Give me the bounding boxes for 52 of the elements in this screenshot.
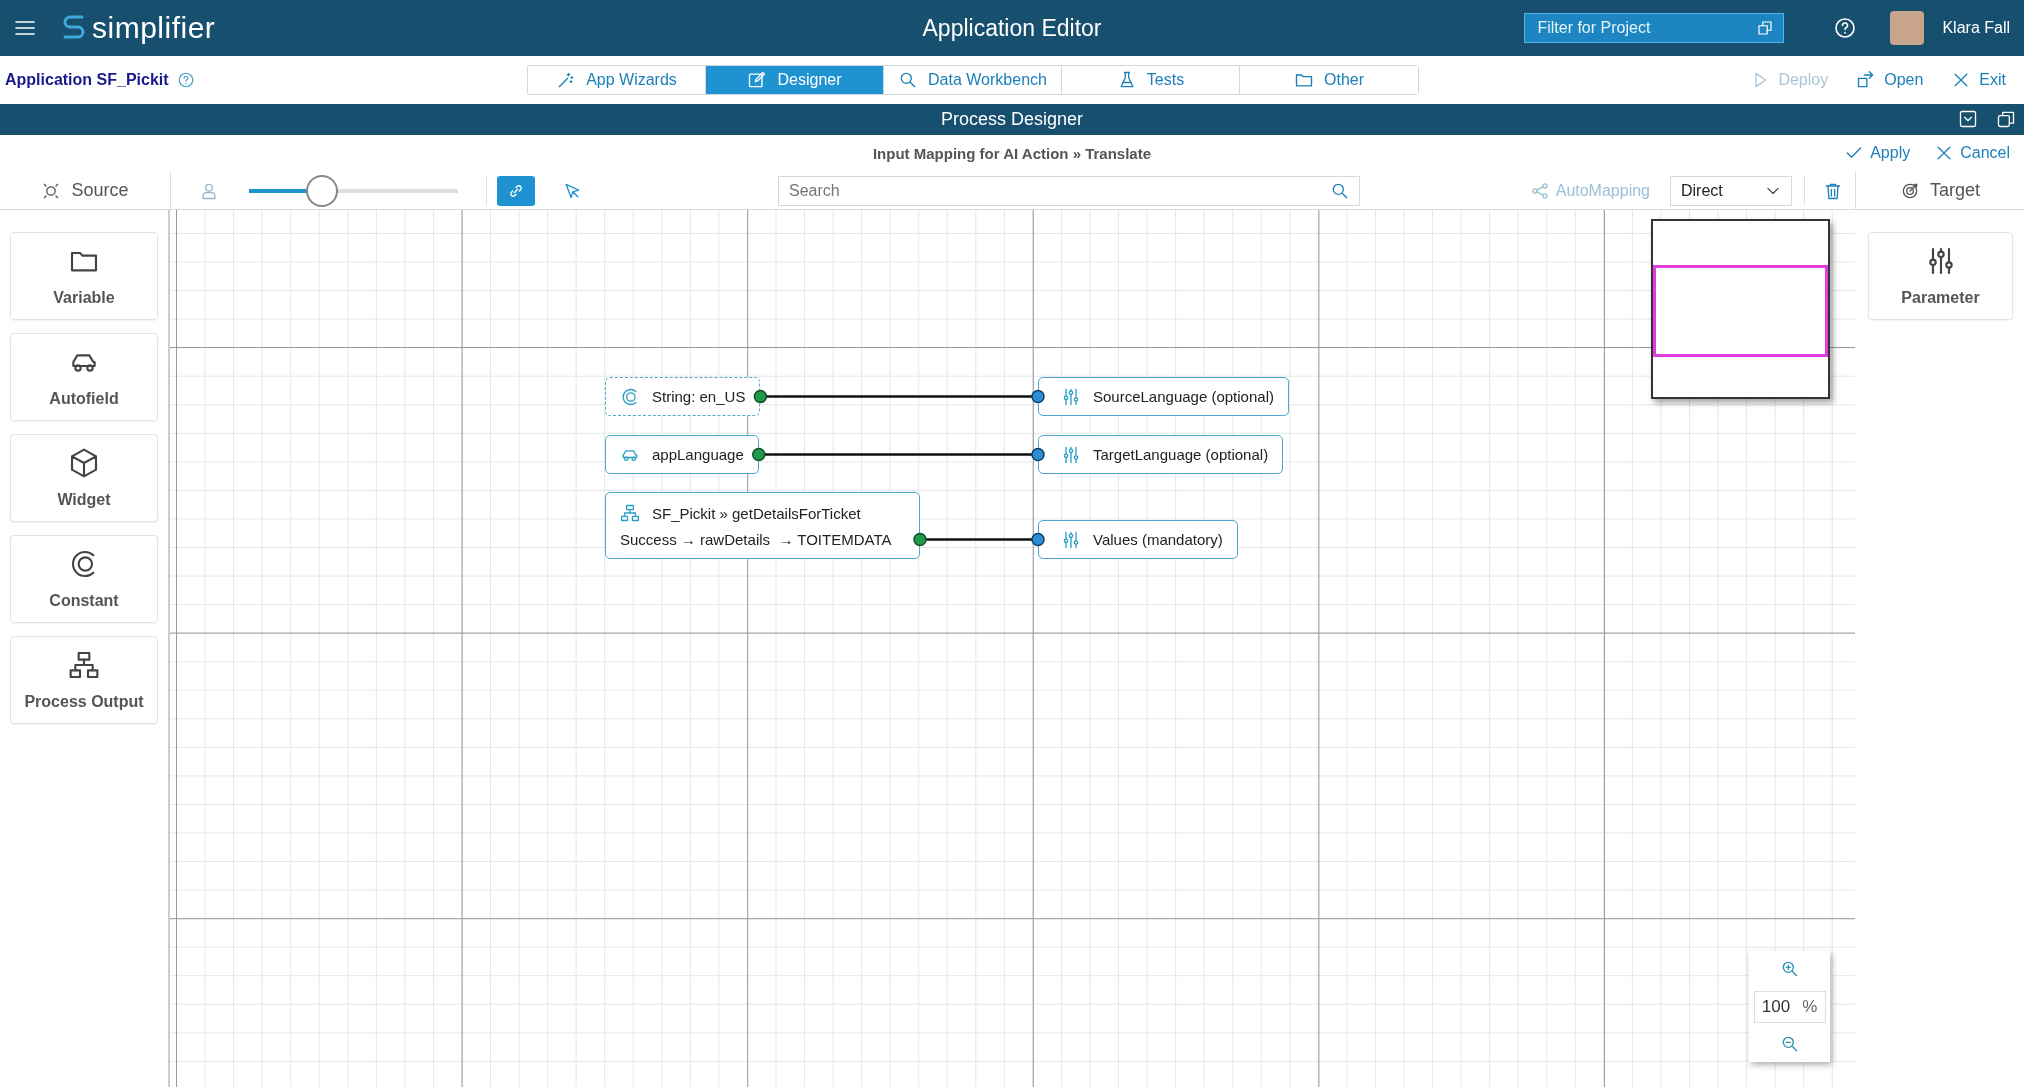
slider-thumb[interactable]	[306, 174, 339, 207]
target-node[interactable]: Values (mandatory)	[1038, 520, 1238, 559]
target-node[interactable]: TargetLanguage (optional)	[1038, 435, 1284, 474]
action-button[interactable]: Open	[1856, 70, 1924, 90]
copy-icon	[1756, 19, 1775, 37]
collapse-button[interactable]	[1958, 109, 1978, 129]
avatar[interactable]	[1890, 11, 1925, 45]
link-tool-button[interactable]	[497, 175, 535, 206]
action-button[interactable]: Exit	[1951, 70, 2006, 90]
hierarchy-icon	[620, 503, 640, 523]
source-node[interactable]: SF_Pickit » getDetailsForTicket Success → rawDetails → TOITEMDATA	[605, 492, 920, 559]
cancel-button[interactable]: Cancel	[1934, 143, 2010, 163]
help-icon	[1833, 16, 1858, 40]
minimap[interactable]	[1651, 219, 1830, 399]
sliders-icon	[1061, 444, 1081, 465]
palette-item[interactable]: Widget	[10, 434, 158, 522]
palette-item[interactable]: Parameter	[1868, 232, 2013, 320]
zoom-field[interactable]: 100 %	[1753, 990, 1826, 1023]
target-node[interactable]: SourceLanguage (optional)	[1038, 377, 1289, 416]
application-name: Application SF_Pickit	[5, 71, 169, 89]
restore-button[interactable]	[1996, 109, 2016, 129]
logo-text: simplifier	[92, 11, 216, 45]
user-name[interactable]: Klara Fall	[1942, 19, 2010, 37]
sliders-icon	[1061, 386, 1081, 407]
help-icon	[176, 71, 195, 89]
connection-line[interactable]	[753, 389, 1045, 404]
cube-icon	[68, 447, 100, 479]
palette-item[interactable]: Constant	[10, 535, 158, 623]
mapping-mode-dropdown[interactable]: Direct	[1670, 175, 1792, 206]
app-title: Application Editor	[922, 14, 1102, 42]
connection-line[interactable]	[913, 532, 1045, 547]
palette-item[interactable]: Autofield	[10, 333, 158, 421]
windows-icon	[1996, 109, 2016, 129]
source-header: Source	[0, 172, 170, 209]
source-node[interactable]: String: en_US	[605, 377, 761, 416]
mapping-title: Input Mapping for AI Action » Translate	[872, 145, 1152, 162]
connection-line[interactable]	[752, 447, 1045, 462]
share-icon	[1529, 180, 1550, 201]
minimap-viewport[interactable]	[1653, 265, 1828, 357]
sliders-icon	[1061, 529, 1081, 550]
collapse-icon	[1958, 109, 1978, 129]
palette-item[interactable]: Process Output	[10, 636, 158, 724]
target-header: Target	[1855, 172, 2024, 209]
tab[interactable]: App Wizards	[528, 66, 706, 94]
source-node[interactable]: appLanguage	[605, 435, 759, 474]
search-field[interactable]: Search	[778, 175, 1360, 206]
palette-item[interactable]: Variable	[10, 232, 158, 320]
apply-button[interactable]: Apply	[1844, 143, 1911, 163]
filter-field[interactable]: Filter for Project	[1524, 13, 1785, 43]
pencil-icon	[747, 70, 768, 90]
panel-title: Process Designer	[940, 109, 1084, 130]
hierarchy-icon	[68, 649, 100, 681]
